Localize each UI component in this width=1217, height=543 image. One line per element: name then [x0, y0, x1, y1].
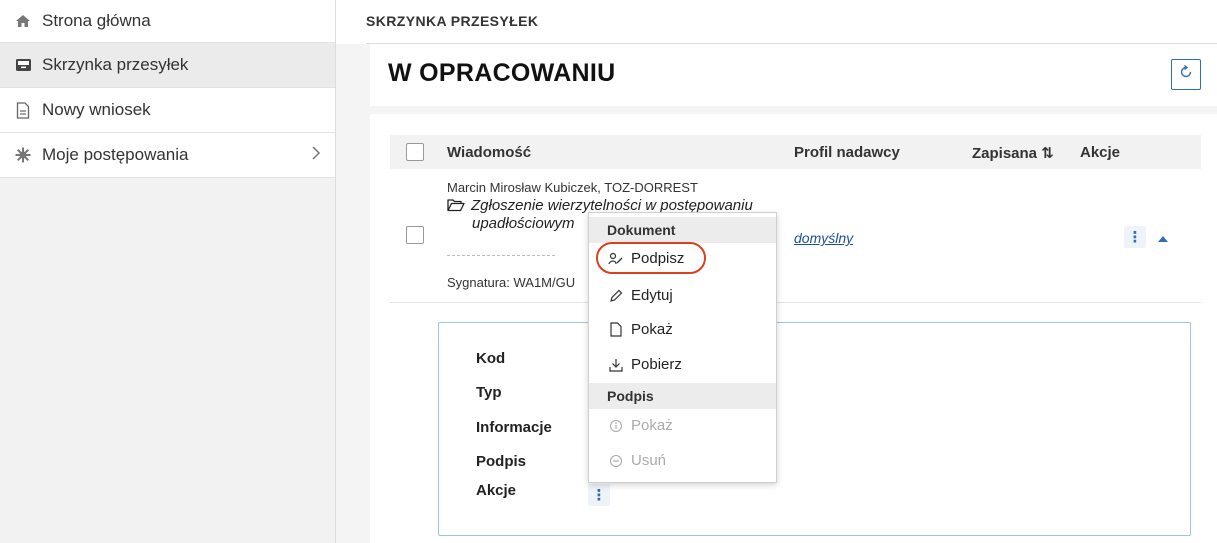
menu-section-signature: Podpis	[589, 383, 776, 409]
case-signature: Sygnatura: WA1M/GU	[447, 275, 576, 290]
breadcrumb-bar: SKRZYNKA PRZESYŁEK	[336, 0, 1217, 44]
info-icon	[607, 419, 625, 433]
menu-item-label: Podpisz	[631, 250, 685, 267]
sidebar: Strona główna Skrzynka przesyłek Nowy wn…	[0, 0, 336, 543]
message-title-line2: upadłościowym	[472, 215, 575, 232]
menu-item-show[interactable]: Pokaż	[607, 321, 673, 338]
column-header-actions: Akcje	[1080, 144, 1121, 161]
menu-item-sign[interactable]: Podpisz	[607, 250, 684, 267]
detail-label-signature: Podpis	[476, 453, 527, 470]
sidebar-item-label: Strona główna	[42, 11, 151, 30]
inbox-icon	[12, 57, 34, 73]
pencil-icon	[607, 289, 625, 303]
title-panel: W OPRACOWANIU	[370, 44, 1217, 106]
sender-profile-link[interactable]: domyślny	[794, 230, 853, 246]
sidebar-item-label: Nowy wniosek	[42, 100, 151, 119]
content-panel: Wiadomość Profil nadawcy Zapisana ⇅ Akcj…	[370, 114, 1217, 543]
divider	[447, 255, 555, 256]
column-header-message: Wiadomość	[447, 144, 532, 161]
row-details-panel: Kod Typ Informacje Podpis Akcje ⋮	[438, 322, 1191, 536]
page-title: W OPRACOWANIU	[388, 59, 616, 87]
sidebar-item-home[interactable]: Strona główna	[0, 0, 335, 43]
document-actions-button[interactable]: ⋮	[588, 484, 610, 506]
menu-item-edit[interactable]: Edytuj	[607, 287, 673, 304]
document-icon	[12, 101, 34, 119]
download-icon	[607, 358, 625, 372]
gear-icon	[12, 147, 34, 163]
select-all-checkbox[interactable]	[406, 143, 424, 161]
signature-icon	[607, 252, 625, 266]
sender-name: Marcin Mirosław Kubiczek, TOZ-DORREST	[447, 180, 698, 195]
file-icon	[607, 322, 625, 337]
menu-section-document: Dokument	[589, 217, 776, 243]
sidebar-item-new-request[interactable]: Nowy wniosek	[0, 88, 335, 133]
detail-label-actions: Akcje	[476, 482, 517, 499]
table-row: Marcin Mirosław Kubiczek, TOZ-DORREST Zg…	[390, 169, 1201, 303]
detail-label-information: Informacje	[476, 419, 552, 436]
menu-item-label: Usuń	[631, 452, 667, 469]
sidebar-item-inbox[interactable]: Skrzynka przesyłek	[0, 43, 335, 88]
home-icon	[12, 13, 34, 29]
refresh-button[interactable]	[1171, 59, 1201, 90]
sidebar-item-proceedings[interactable]: Moje postępowania	[0, 133, 335, 178]
document-actions-menu: Dokument Podpisz Edytuj Pokaż Pobierz Po…	[588, 212, 777, 483]
minus-circle-icon	[607, 454, 625, 468]
detail-label-code: Kod	[476, 350, 506, 367]
collapse-row-button[interactable]	[1152, 226, 1174, 248]
column-header-saved-sort[interactable]: Zapisana ⇅	[972, 144, 1054, 162]
more-vertical-icon: ⋮	[591, 487, 607, 504]
menu-item-label: Edytuj	[631, 287, 673, 304]
menu-item-show-signature[interactable]: Pokaż	[607, 417, 673, 434]
column-header-sender-profile: Profil nadawcy	[794, 144, 900, 161]
breadcrumb: SKRZYNKA PRZESYŁEK	[366, 13, 539, 29]
row-actions-button[interactable]: ⋮	[1124, 226, 1146, 248]
folder-open-icon	[447, 198, 465, 216]
chevron-right-icon	[311, 145, 321, 165]
caret-up-icon	[1158, 229, 1168, 246]
menu-item-download[interactable]: Pobierz	[607, 356, 682, 373]
more-vertical-icon: ⋮	[1127, 229, 1143, 246]
detail-label-type: Typ	[476, 384, 502, 401]
sidebar-item-label: Skrzynka przesyłek	[42, 55, 189, 74]
menu-item-label: Pokaż	[631, 417, 673, 434]
menu-item-label: Pokaż	[631, 321, 673, 338]
table-header: Wiadomość Profil nadawcy Zapisana ⇅ Akcj…	[390, 135, 1201, 169]
sidebar-item-label: Moje postępowania	[42, 145, 189, 164]
menu-item-label: Pobierz	[631, 356, 682, 373]
menu-item-delete-signature[interactable]: Usuń	[607, 452, 666, 469]
refresh-icon	[1178, 64, 1194, 85]
row-checkbox[interactable]	[406, 226, 424, 244]
